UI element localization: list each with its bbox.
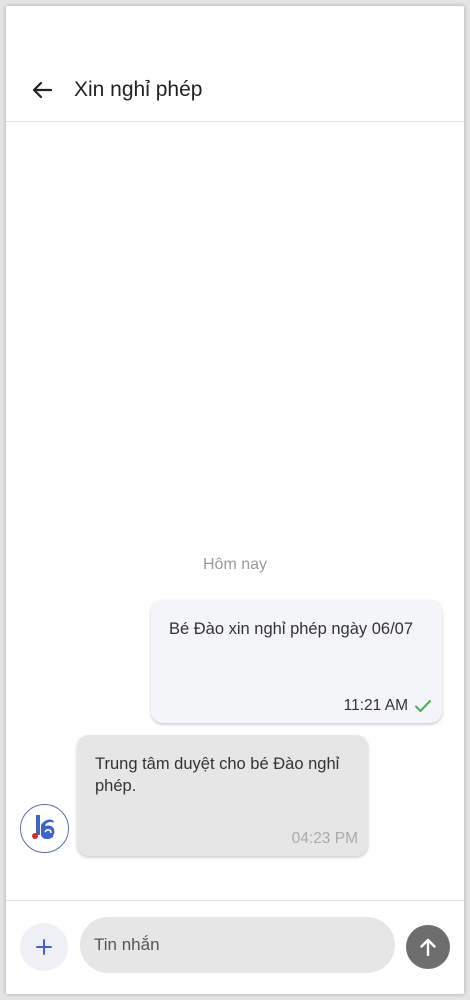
page-title: Xin nghỉ phép xyxy=(74,78,203,101)
school-logo-icon xyxy=(32,815,55,840)
check-icon xyxy=(415,700,431,712)
message-text: Bé Đào xin nghỉ phép ngày 06/07 xyxy=(169,620,414,638)
message-meta: 04:23 PM xyxy=(292,830,358,848)
message-text: Trung tâm duyệt cho bé Đào nghỉ phép. xyxy=(95,755,340,795)
arrow-left-icon xyxy=(32,81,53,99)
message-composer xyxy=(6,900,464,994)
plus-icon xyxy=(36,939,52,955)
send-button[interactable] xyxy=(406,925,450,969)
message-input[interactable] xyxy=(80,917,395,973)
add-attachment-button[interactable] xyxy=(20,923,68,971)
incoming-message[interactable]: Trung tâm duyệt cho bé Đào nghỉ phép. 04… xyxy=(77,735,368,856)
app-header: Xin nghỉ phép xyxy=(6,58,464,122)
outgoing-message[interactable]: Bé Đào xin nghỉ phép ngày 06/07 11:21 AM xyxy=(151,600,442,723)
avatar[interactable] xyxy=(20,804,69,853)
chat-screen: Xin nghỉ phép Hôm nay Bé Đào xin nghỉ ph… xyxy=(6,6,464,994)
arrow-up-icon xyxy=(420,938,436,957)
message-time: 11:21 AM xyxy=(343,697,408,714)
back-button[interactable] xyxy=(28,76,56,104)
message-meta: 11:21 AM xyxy=(344,697,432,715)
message-time: 04:23 PM xyxy=(291,830,358,847)
date-separator: Hôm nay xyxy=(202,556,268,573)
